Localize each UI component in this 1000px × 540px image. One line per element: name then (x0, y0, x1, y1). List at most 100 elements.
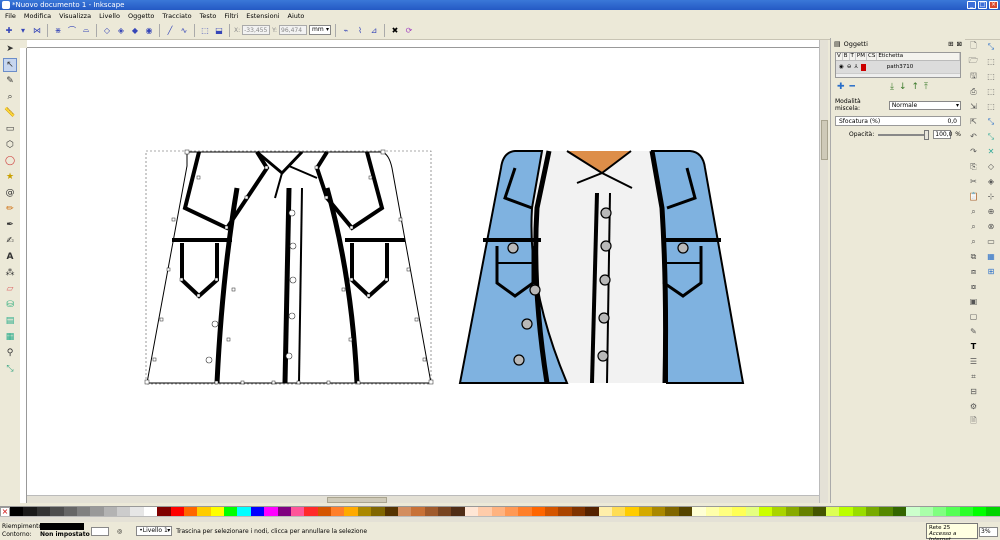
mesh-icon[interactable]: ▦ (3, 330, 17, 344)
join-segment-icon[interactable]: ⌒ (66, 24, 78, 36)
delete-node-icon[interactable]: ▾ (17, 24, 29, 36)
col-lock[interactable]: B (843, 53, 850, 60)
snap-paths-icon[interactable]: ⤡ (985, 130, 997, 143)
transform-handles-icon[interactable]: ✖ (389, 24, 401, 36)
stroke-to-path-icon[interactable]: ⬓ (213, 24, 225, 36)
pen-icon[interactable]: ✒ (3, 218, 17, 232)
spray-icon[interactable]: ⁂ (3, 266, 17, 280)
menu-tracciato[interactable]: Tracciato (162, 12, 191, 20)
join-nodes-icon[interactable]: ⋈ (31, 24, 43, 36)
snap-nodes-icon[interactable]: ⤡ (985, 115, 997, 128)
spiral-icon[interactable]: @ (3, 186, 17, 200)
move-up-icon[interactable]: ↑ (912, 82, 920, 92)
menu-file[interactable]: File (5, 12, 16, 20)
export-icon[interactable]: ⇱ (968, 115, 980, 128)
snap-toggle-icon[interactable]: ⤡ (985, 40, 997, 53)
snap-center-icon[interactable]: ⊕ (985, 205, 997, 218)
snap-bbox-edge-icon[interactable]: ⬚ (985, 70, 997, 83)
print-icon[interactable]: ⎙ (968, 85, 980, 98)
duplicate-icon[interactable]: ⧉ (968, 250, 980, 263)
col-label[interactable]: Etichetta (877, 53, 960, 60)
unit-select[interactable]: mm (309, 25, 332, 35)
drawing-canvas[interactable] (27, 48, 819, 503)
minimize-button[interactable]: _ (967, 1, 976, 9)
col-pm[interactable]: PM (856, 53, 867, 60)
object-to-path-icon[interactable]: ⬚ (199, 24, 211, 36)
opacity-input[interactable]: 100,0 (933, 130, 952, 139)
node-edit-icon[interactable]: ↖ (3, 58, 17, 72)
horizontal-scrollbar[interactable] (27, 495, 819, 503)
blur-value[interactable]: 0,0 (947, 118, 957, 125)
pencil-icon[interactable]: ✏ (3, 202, 17, 216)
object-row[interactable]: ◉ ⊖ ⅄ path3710 (836, 61, 960, 73)
move-top-icon[interactable]: ⤒ (924, 82, 928, 92)
object-row-partial[interactable] (836, 73, 960, 77)
text-icon[interactable]: A (3, 250, 17, 264)
snap-smooth-icon[interactable]: ◈ (985, 175, 997, 188)
zoom-selection-icon[interactable]: ⌕ (968, 205, 980, 218)
maximize-button[interactable]: □ (978, 1, 987, 9)
lock-icon[interactable]: ⊖ (847, 64, 852, 70)
new-document-icon[interactable]: 🗋 (968, 40, 980, 53)
fill-stroke-icon[interactable]: ✎ (968, 325, 980, 338)
path-effect-icon[interactable]: ⊿ (368, 24, 380, 36)
align-icon[interactable]: ⊟ (968, 385, 980, 398)
col-visible[interactable]: V (836, 53, 843, 60)
vertical-scroll-thumb[interactable] (821, 120, 828, 160)
remove-object-icon[interactable]: ━ (850, 82, 855, 92)
calligraphy-icon[interactable]: ✍ (3, 234, 17, 248)
node-auto-icon[interactable]: ◉ (143, 24, 155, 36)
star-icon[interactable]: ★ (3, 170, 17, 184)
menu-testo[interactable]: Testo (200, 12, 217, 20)
clip-path-icon[interactable]: ⟳ (403, 24, 415, 36)
snap-bbox-mid-icon[interactable]: ⬚ (985, 100, 997, 113)
layer-visibility-icon[interactable]: ◎ (117, 528, 122, 535)
copy-icon[interactable]: ⎘ (968, 160, 980, 173)
insert-node-icon[interactable]: ✚ (3, 24, 15, 36)
ellipse-icon[interactable]: ◯ (3, 154, 17, 168)
bucket-fill-icon[interactable]: ⛁ (3, 298, 17, 312)
menu-visualizza[interactable]: Visualizza (59, 12, 91, 20)
cut-icon[interactable]: ✂ (968, 175, 980, 188)
col-cs[interactable]: CS (867, 53, 878, 60)
xml-editor-icon[interactable]: ⌗ (968, 370, 980, 383)
snap-page-icon[interactable]: ▭ (985, 235, 997, 248)
show-handles-icon[interactable]: ⌁ (340, 24, 352, 36)
snap-bbox-corner-icon[interactable]: ⬚ (985, 85, 997, 98)
measure-icon[interactable]: 📏 (3, 106, 17, 120)
eye-icon[interactable]: ◉ (839, 64, 844, 70)
shirt-colored-drawing[interactable] (458, 150, 745, 384)
text-font-icon[interactable]: T (968, 340, 980, 353)
y-input[interactable] (279, 25, 308, 35)
snap-grid-icon[interactable]: ▦ (985, 250, 997, 263)
snap-rotation-icon[interactable]: ⊗ (985, 220, 997, 233)
preferences-icon[interactable]: ⚙ (968, 400, 980, 413)
menu-aiuto[interactable]: Aiuto (288, 12, 305, 20)
zoom-input[interactable]: 3% (979, 527, 998, 537)
fill-stroke-indicator[interactable]: Riempimento: Contorno: Non impostato (0, 522, 105, 540)
node-smooth-icon[interactable]: ◈ (115, 24, 127, 36)
undo-icon[interactable]: ↶ (968, 130, 980, 143)
rectangle-icon[interactable]: ▭ (3, 122, 17, 136)
zoom-drawing-icon[interactable]: ⌕ (968, 220, 980, 233)
snap-cusp-icon[interactable]: ◇ (985, 160, 997, 173)
paste-icon[interactable]: 📋 (968, 190, 980, 203)
clone-icon[interactable]: ⧈ (968, 265, 980, 278)
save-icon[interactable]: 🖫 (968, 70, 980, 83)
objects-tree[interactable]: V B T PM CS Etichetta ◉ ⊖ ⅄ path3710 (835, 52, 961, 78)
horizontal-scroll-thumb[interactable] (327, 497, 387, 503)
segment-line-icon[interactable]: ╱ (164, 24, 176, 36)
gradient-icon[interactable]: ▤ (3, 314, 17, 328)
blur-field[interactable]: Sfocatura (%) 0,0 (835, 116, 961, 126)
segment-curve-icon[interactable]: ∿ (178, 24, 190, 36)
connector-icon[interactable]: ⤡ (3, 362, 17, 376)
object-label[interactable]: path3710 (887, 64, 914, 70)
move-down-icon[interactable]: ↓ (899, 82, 907, 92)
group-icon[interactable]: ▣ (968, 295, 980, 308)
import-icon[interactable]: ⇲ (968, 100, 980, 113)
menu-filtri[interactable]: Filtri (224, 12, 238, 20)
document-properties-icon[interactable]: 🗎 (968, 415, 980, 428)
add-object-icon[interactable]: ✚ (837, 82, 845, 92)
delete-segment-icon[interactable]: ⌓ (80, 24, 92, 36)
open-icon[interactable]: 🗁 (968, 55, 980, 68)
